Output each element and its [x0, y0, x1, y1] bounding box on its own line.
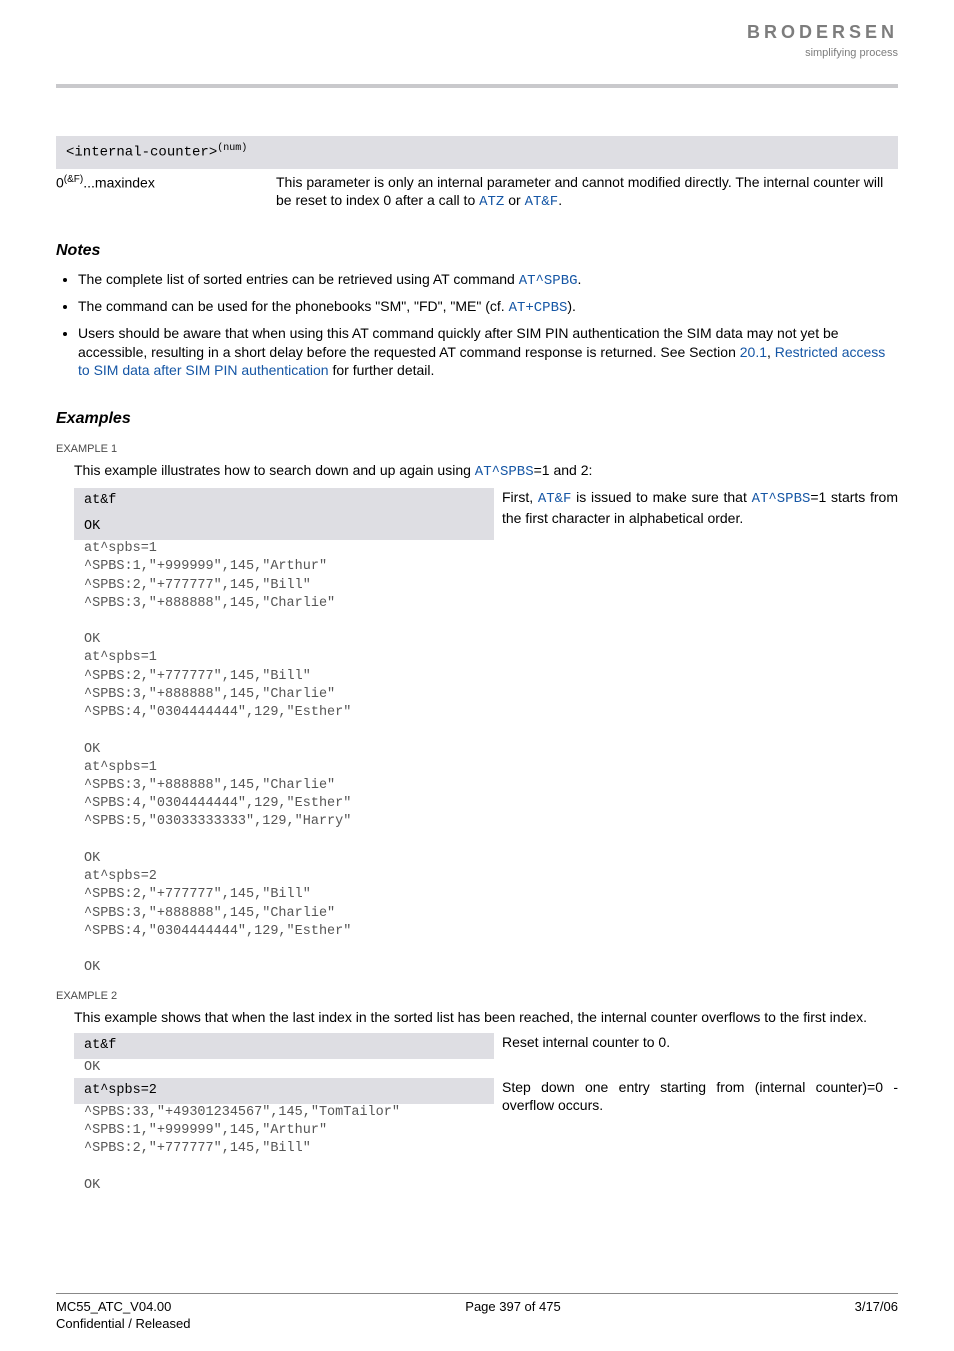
parameter-description: This parameter is only an internal param… [276, 173, 898, 213]
parameter-name-box: <internal-counter>(num) [56, 136, 898, 169]
example-1-label: EXAMPLE 1 [56, 442, 898, 457]
example-2-cmd2: at^spbs=2 [74, 1078, 494, 1104]
parameter-name-super: (num) [217, 143, 247, 154]
top-horizontal-rule [56, 84, 898, 88]
link-atz[interactable]: ATZ [479, 194, 504, 210]
link-section-20-1[interactable]: 20.1 [740, 344, 767, 360]
link-atf-inline[interactable]: AT&F [538, 491, 572, 507]
example-1-intro: This example illustrates how to search d… [74, 461, 898, 482]
footer-center: Page 397 of 475 [465, 1298, 560, 1316]
example-2-intro: This example shows that when the last in… [74, 1008, 898, 1027]
example-2-label: EXAMPLE 2 [56, 989, 898, 1004]
example-2-comment1: Reset internal counter to 0. [494, 1033, 898, 1052]
brand-name: BRODERSEN [747, 20, 898, 44]
link-at-cpbs[interactable]: AT+CPBS [509, 300, 568, 316]
example-1-resp: OK [74, 514, 494, 540]
example-1-comment: First, AT&F is issued to make sure that … [494, 488, 898, 528]
example-2-comment2: Step down one entry starting from (inter… [494, 1078, 898, 1116]
example-2-block: ^SPBS:33,"+49301234567",145,"TomTailor" … [74, 1104, 494, 1195]
parameter-value-range: 0(&F)...maxindex [56, 173, 276, 193]
example-2-resp1: OK [74, 1059, 494, 1077]
brand-logo: BRODERSEN simplifying process [747, 20, 898, 61]
link-at-spbs[interactable]: AT^SPBS [475, 464, 534, 480]
link-atf[interactable]: AT&F [525, 194, 559, 210]
footer-left-2: Confidential / Released [56, 1315, 898, 1333]
example-1-block: at^spbs=1 ^SPBS:1,"+999999",145,"Arthur"… [74, 540, 898, 977]
example-2-cmd1: at&f [74, 1033, 494, 1059]
note-item: The complete list of sorted entries can … [78, 270, 898, 291]
examples-heading: Examples [56, 408, 898, 430]
notes-list: The complete list of sorted entries can … [56, 270, 898, 380]
footer-left-1: MC55_ATC_V04.00 [56, 1298, 171, 1316]
notes-heading: Notes [56, 240, 898, 262]
link-at-spbs-inline[interactable]: AT^SPBS [752, 491, 811, 507]
example-1-cmd: at&f [74, 488, 494, 514]
parameter-name: <internal-counter> [66, 145, 217, 161]
brand-tagline: simplifying process [747, 46, 898, 61]
note-item: Users should be aware that when using th… [78, 324, 898, 381]
footer-right: 3/17/06 [855, 1298, 898, 1316]
page-footer: MC55_ATC_V04.00 Page 397 of 475 3/17/06 … [56, 1293, 898, 1333]
link-at-spbg[interactable]: AT^SPBG [519, 273, 578, 289]
note-item: The command can be used for the phoneboo… [78, 297, 898, 318]
